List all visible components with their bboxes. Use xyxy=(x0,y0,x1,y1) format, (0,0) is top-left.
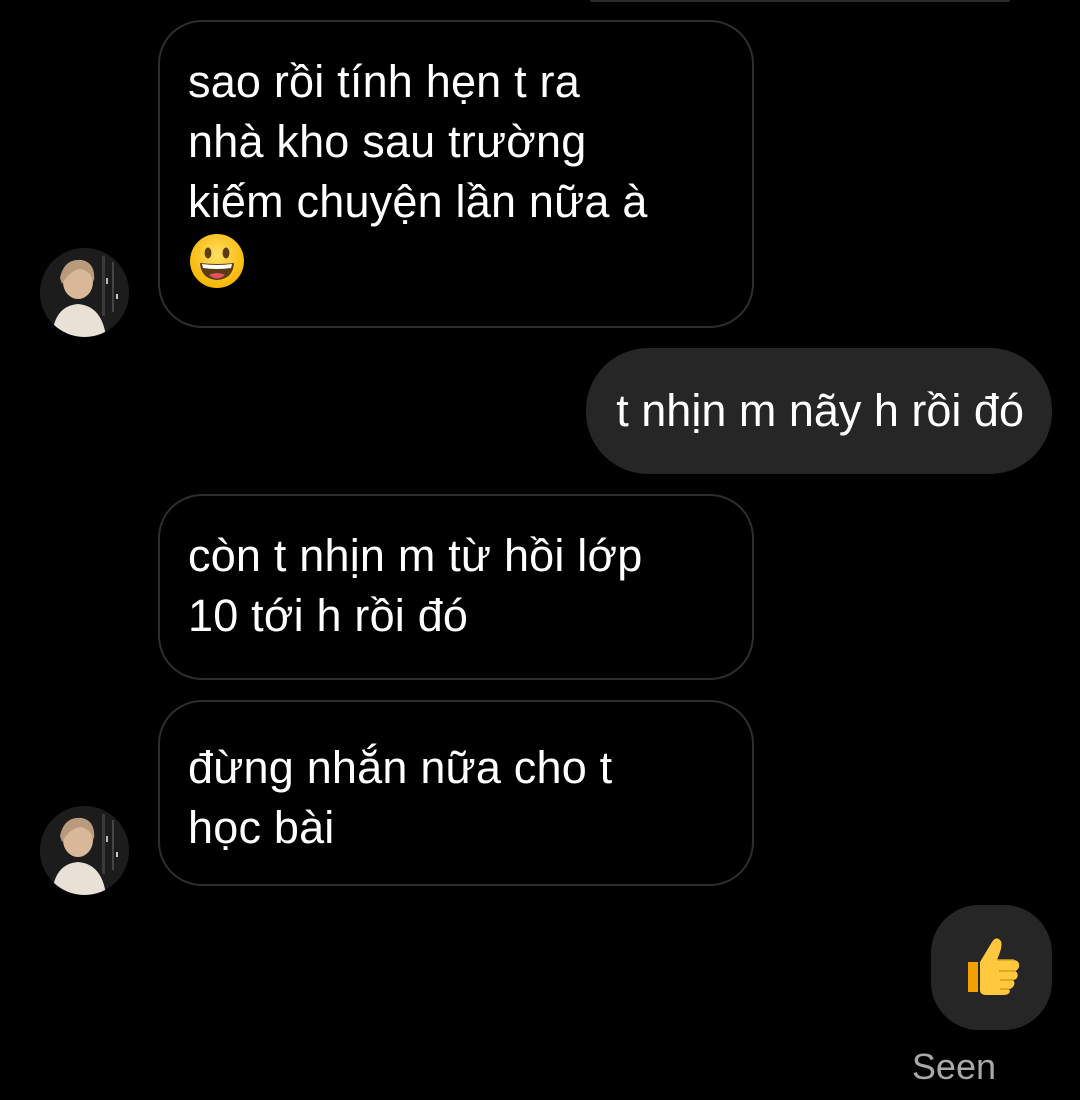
incoming-message-bubble[interactable]: còn t nhịn m từ hồi lớp 10 tới h rồi đó xyxy=(158,494,754,680)
grinning-face-emoji-icon xyxy=(188,232,246,305)
previous-message-edge xyxy=(590,0,1010,2)
avatar[interactable] xyxy=(40,806,129,895)
incoming-message-bubble[interactable]: sao rồi tính hẹn t ra nhà kho sau trường… xyxy=(158,20,754,328)
outgoing-like-bubble[interactable] xyxy=(931,905,1052,1030)
message-text: t nhịn m nãy h rồi đó xyxy=(616,385,1024,436)
avatar[interactable] xyxy=(40,248,129,337)
seen-status: Seen xyxy=(911,1046,996,1087)
outgoing-message-bubble[interactable]: t nhịn m nãy h rồi đó xyxy=(586,348,1052,474)
thumbs-up-icon xyxy=(962,934,1022,1001)
message-text: đừng nhắn nữa cho t học bài xyxy=(188,742,613,853)
incoming-message-bubble[interactable]: đừng nhắn nữa cho t học bài xyxy=(158,700,754,886)
message-text: còn t nhịn m từ hồi lớp 10 tới h rồi đó xyxy=(188,530,643,641)
message-text: sao rồi tính hẹn t ra nhà kho sau trường… xyxy=(188,56,648,227)
